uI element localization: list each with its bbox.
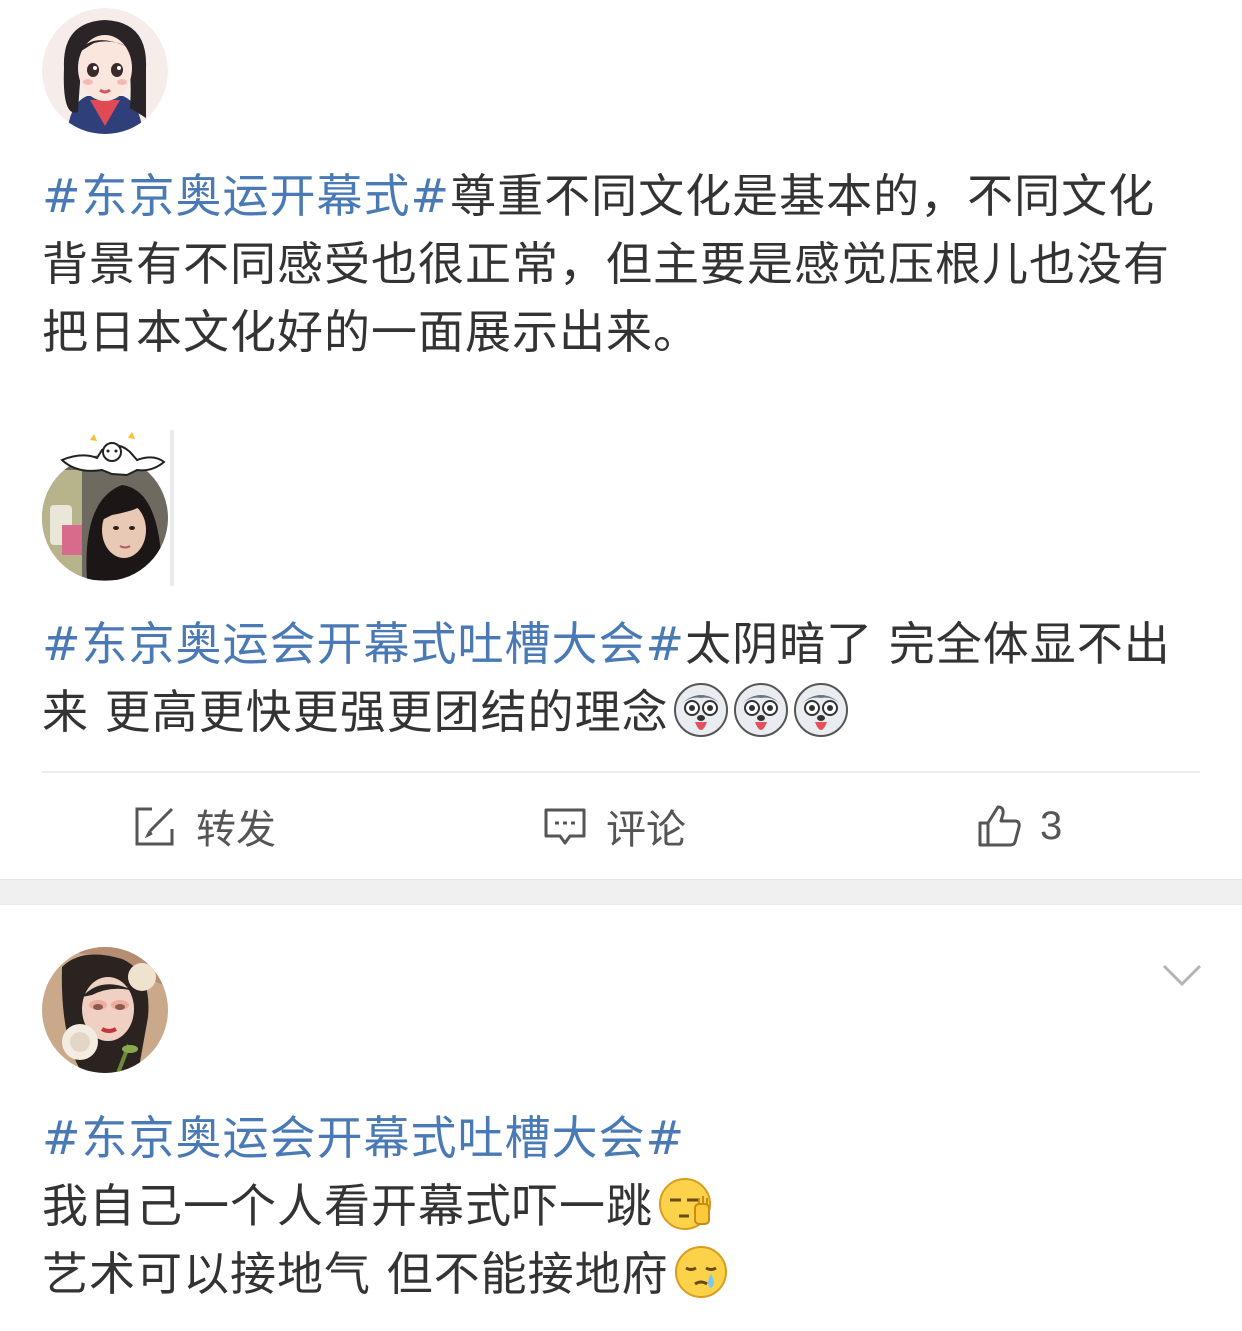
husky-tongue-icon bbox=[673, 682, 729, 738]
comment-label: 评论 bbox=[606, 807, 686, 853]
avatar[interactable] bbox=[42, 8, 168, 134]
repost-icon bbox=[135, 807, 174, 846]
girl-cartoon-avatar-icon bbox=[42, 8, 168, 134]
chevron-down-icon[interactable] bbox=[1160, 958, 1204, 990]
post-text: #东京奥运会开幕式吐槽大会#太阴暗了 完全体显不出来 更高更快更强更团结的理念 bbox=[42, 610, 1202, 746]
divider bbox=[42, 771, 1200, 773]
post-text: #东京奥运会开幕式吐槽大会# 我自己一个人看开幕式吓一跳 艺术可以接地气 但不能接地… bbox=[42, 1104, 1202, 1308]
hashtag-link[interactable]: #东京奥运会开幕式吐槽大会# bbox=[42, 1111, 685, 1165]
repost-label: 转发 bbox=[196, 807, 276, 853]
post-body-text: 我自己一个人看开幕式吓一跳 bbox=[42, 1179, 653, 1233]
like-button[interactable]: 3 bbox=[976, 774, 1062, 878]
husky-tongue-icon bbox=[793, 682, 849, 738]
hashtag-link[interactable]: #东京奥运会开幕式吐槽大会# bbox=[42, 617, 685, 671]
thumbs-up-icon bbox=[978, 805, 1021, 847]
avatar[interactable] bbox=[42, 947, 168, 1073]
avatar[interactable] bbox=[42, 430, 168, 586]
comment-button[interactable]: 评论 bbox=[542, 774, 686, 878]
post-text: #东京奥运开幕式#尊重不同文化是基本的，不同文化背景有不同感受也很正常，但主要是… bbox=[42, 162, 1202, 366]
woman-with-flowers-avatar-icon bbox=[42, 947, 168, 1073]
sweat-face-icon bbox=[673, 1244, 729, 1300]
like-count: 3 bbox=[1040, 803, 1063, 848]
repost-button[interactable]: 转发 bbox=[132, 774, 276, 878]
post-body-text: 艺术可以接地气 但不能接地府 bbox=[42, 1247, 669, 1301]
section-gap bbox=[0, 879, 1242, 905]
girl-photo-avatar-with-bear-sticker-icon bbox=[42, 432, 168, 581]
speechless-hand-icon bbox=[657, 1176, 713, 1232]
husky-tongue-icon bbox=[733, 682, 789, 738]
action-bar: 转发 评论 3 bbox=[0, 774, 1242, 878]
hashtag-link[interactable]: #东京奥运开幕式# bbox=[42, 169, 450, 223]
comment-icon bbox=[544, 808, 586, 845]
divider bbox=[170, 430, 174, 586]
